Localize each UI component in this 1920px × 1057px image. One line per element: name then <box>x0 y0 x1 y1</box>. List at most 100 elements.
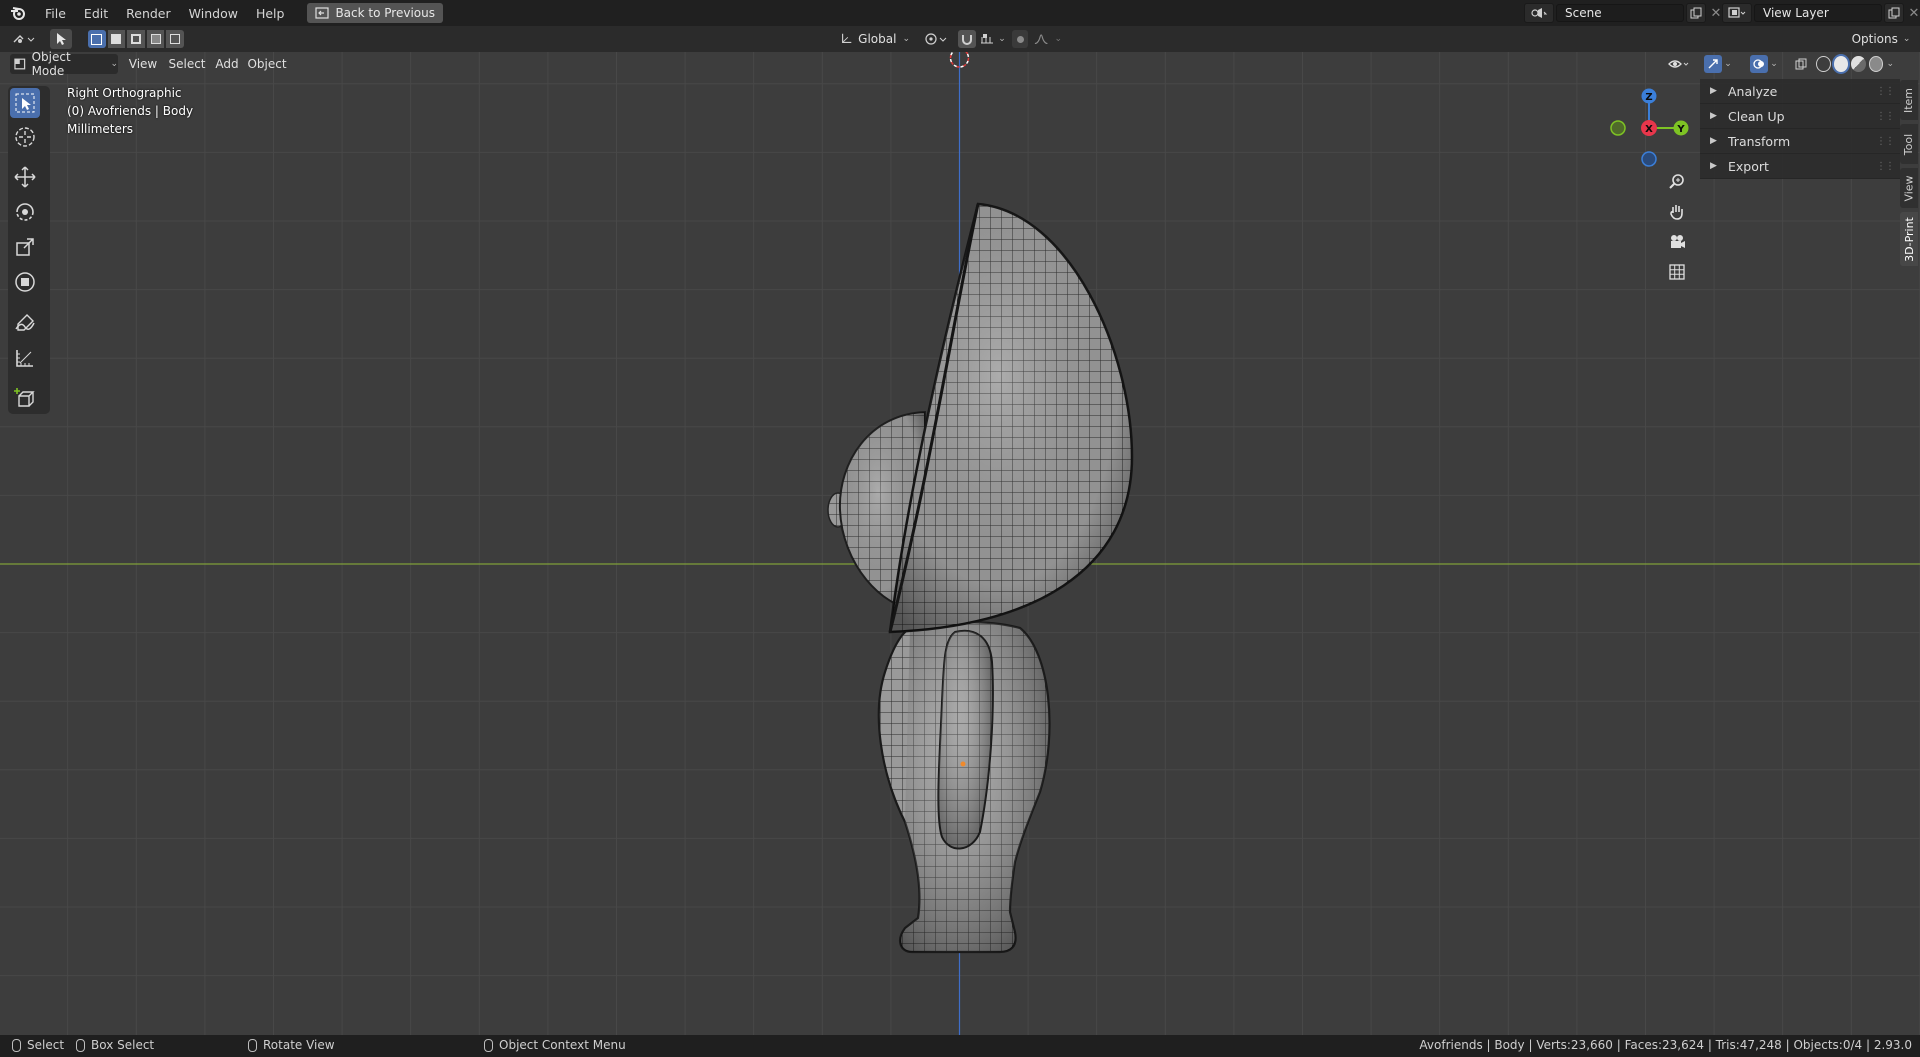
viewport-menu-view[interactable]: View <box>126 54 160 74</box>
navigation-gizmo[interactable]: Z Y X <box>1604 82 1700 172</box>
drag-handle-icon[interactable]: ⋮⋮ <box>1876 86 1895 97</box>
gizmo-neg-y-axis[interactable] <box>1610 120 1626 136</box>
xray-toggle[interactable] <box>1792 54 1810 74</box>
panel-clean-up[interactable]: ▶ Clean Up ⋮⋮ <box>1700 104 1900 129</box>
tab-3d-print[interactable]: 3D-Print <box>1900 212 1918 266</box>
overlays-toggle-group[interactable]: ⌄ <box>1746 54 1782 74</box>
proportional-editing-group[interactable]: ⌄ <box>1012 29 1062 49</box>
camera-icon <box>1671 235 1685 248</box>
menu-edit[interactable]: Edit <box>75 6 117 21</box>
menu-render[interactable]: Render <box>117 6 180 21</box>
3d-print-sidebar: ▶ Analyze ⋮⋮ ▶ Clean Up ⋮⋮ ▶ Transform ⋮… <box>1700 79 1900 179</box>
move-arrows-icon <box>14 166 36 188</box>
3d-viewport[interactable] <box>0 52 1920 1035</box>
move-tool[interactable] <box>10 162 40 192</box>
add-cube-icon <box>14 388 35 407</box>
transform-tool[interactable] <box>10 267 40 297</box>
hand-icon <box>1670 205 1683 220</box>
tab-item[interactable]: Item <box>1900 80 1918 120</box>
annotate-tool[interactable] <box>10 308 40 338</box>
object-visibility-dropdown[interactable] <box>1664 54 1694 74</box>
menu-file[interactable]: File <box>36 6 75 21</box>
select-subtract-icon[interactable] <box>127 30 145 48</box>
new-view-layer-button[interactable] <box>1884 3 1904 23</box>
drag-handle-icon[interactable]: ⋮⋮ <box>1876 161 1895 172</box>
object-origin-dot <box>960 761 966 767</box>
select-difference-icon[interactable] <box>146 30 165 48</box>
interaction-mode-dropdown[interactable]: Object Mode ⌄ <box>10 50 118 78</box>
select-set-icon[interactable] <box>88 30 106 48</box>
body-mesh[interactable] <box>877 620 1051 954</box>
wireframe-shading-icon[interactable] <box>1816 56 1831 72</box>
tab-view[interactable]: View <box>1900 168 1918 208</box>
scene-selector[interactable]: Scene ✕ <box>1524 3 1726 23</box>
camera-view-button[interactable] <box>1664 229 1690 255</box>
rotate-tool[interactable] <box>10 197 40 227</box>
hood-mesh[interactable] <box>888 202 1134 634</box>
pan-view-button[interactable] <box>1664 199 1690 225</box>
shading-mode-group[interactable]: ⌄ <box>1816 54 1894 74</box>
snapping-group[interactable]: ⌄ <box>956 29 1008 49</box>
toggle-perspective-button[interactable] <box>1664 259 1690 285</box>
select-intersect-icon[interactable] <box>166 30 184 48</box>
menu-help[interactable]: Help <box>247 6 294 21</box>
panel-transform[interactable]: ▶ Transform ⋮⋮ <box>1700 129 1900 154</box>
viewport-menu-object[interactable]: Object <box>246 54 288 74</box>
menu-window[interactable]: Window <box>180 6 247 21</box>
select-box-tool[interactable] <box>10 88 40 118</box>
grid-ortho-icon <box>1669 264 1685 280</box>
view-layer-name-field[interactable]: View Layer <box>1754 4 1882 22</box>
tab-3d-print-label: 3D-Print <box>1902 216 1916 262</box>
new-scene-button[interactable] <box>1686 3 1706 23</box>
copy-icon <box>1690 7 1702 19</box>
back-to-previous-label: Back to Previous <box>335 6 435 20</box>
interaction-mode-label: Object Mode <box>31 50 71 78</box>
expand-triangle-icon: ▶ <box>1710 161 1717 171</box>
options-dropdown[interactable]: Options ⌄ <box>1850 29 1912 49</box>
panel-analyze[interactable]: ▶ Analyze ⋮⋮ <box>1700 79 1900 104</box>
status-context-hint: Object Context Menu <box>484 1038 626 1052</box>
drag-handle-icon[interactable]: ⋮⋮ <box>1876 136 1895 147</box>
status-select-label: Select <box>27 1038 65 1052</box>
gizmo-arrow-icon[interactable] <box>1704 55 1723 73</box>
drag-handle-icon[interactable]: ⋮⋮ <box>1876 111 1895 122</box>
cursor-tool[interactable] <box>10 122 40 152</box>
viewport-grid <box>0 52 1920 1035</box>
view-layer-browse-button[interactable] <box>1722 3 1752 23</box>
annotate-pencil-icon <box>15 314 35 331</box>
measure-tool[interactable] <box>10 343 40 373</box>
cursor-arrow-icon <box>57 33 66 45</box>
scale-tool[interactable] <box>10 232 40 262</box>
add-cube-tool[interactable] <box>10 383 40 413</box>
overlays-icon[interactable] <box>1750 55 1769 73</box>
scene-name-field[interactable]: Scene <box>1556 4 1684 22</box>
blender-logo-icon[interactable] <box>0 0 36 26</box>
panel-export[interactable]: ▶ Export ⋮⋮ <box>1700 154 1900 179</box>
editor-type-button[interactable] <box>8 29 40 49</box>
units-label: Millimeters <box>67 122 134 136</box>
material-preview-icon[interactable] <box>1851 56 1866 72</box>
proportional-edit-icon[interactable] <box>1012 30 1029 48</box>
magnet-icon[interactable] <box>958 30 977 48</box>
viewport-menu-add[interactable]: Add <box>212 54 242 74</box>
gizmo-toggle-group[interactable]: ⌄ <box>1700 54 1736 74</box>
active-tool-button[interactable] <box>50 29 72 49</box>
delete-view-layer-icon[interactable]: ✕ <box>1904 6 1920 21</box>
pivot-point-dropdown[interactable] <box>920 29 952 49</box>
solid-shading-icon[interactable] <box>1833 56 1849 72</box>
render-layers-icon <box>1728 7 1746 18</box>
rendered-shading-icon[interactable] <box>1868 56 1884 72</box>
character-mesh[interactable] <box>827 202 1134 954</box>
select-extend-icon[interactable] <box>107 30 126 48</box>
zoom-view-button[interactable] <box>1664 169 1690 195</box>
panel-clean-up-label: Clean Up <box>1728 108 1785 124</box>
view-layer-selector[interactable]: View Layer ✕ <box>1722 3 1920 23</box>
transform-orientation-dropdown[interactable]: Global ⌄ <box>836 29 914 49</box>
scene-browse-button[interactable] <box>1524 3 1554 23</box>
gizmo-neg-z-axis[interactable] <box>1641 151 1657 167</box>
eye-icon <box>1668 60 1689 68</box>
back-to-previous-button[interactable]: Back to Previous <box>307 3 443 23</box>
tab-tool[interactable]: Tool <box>1900 124 1918 164</box>
viewport-menu-select[interactable]: Select <box>166 54 208 74</box>
tab-tool-label: Tool <box>1902 133 1916 155</box>
